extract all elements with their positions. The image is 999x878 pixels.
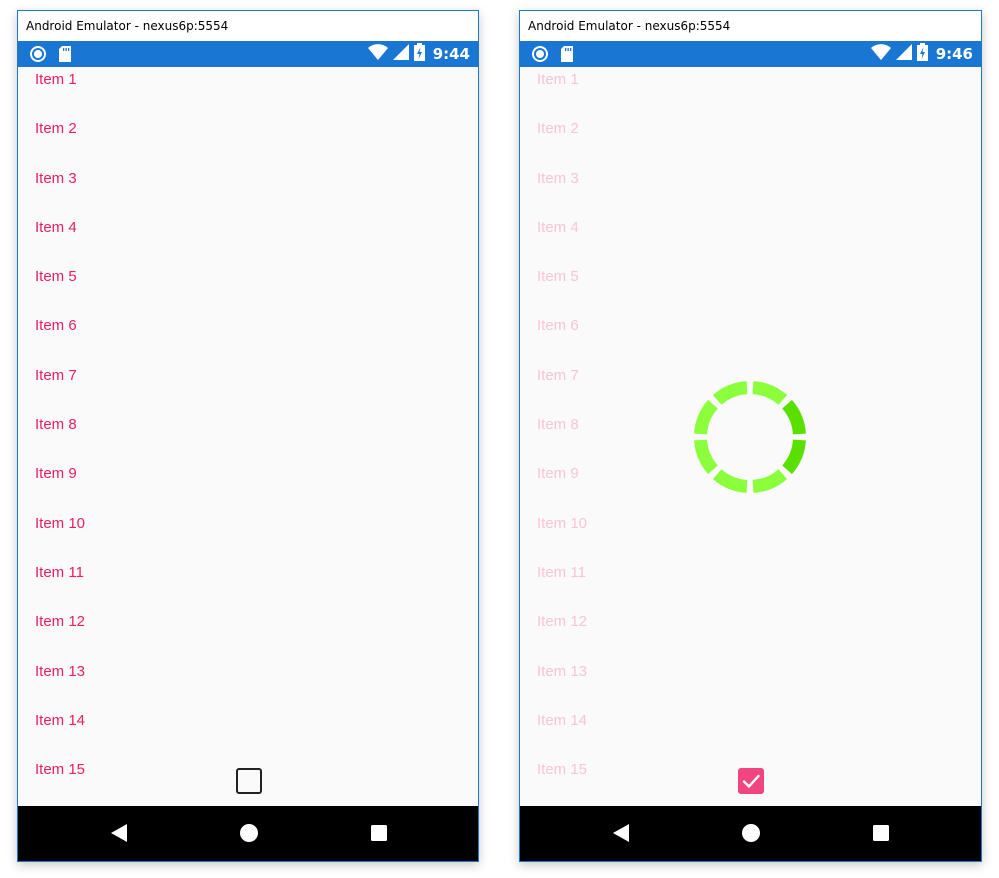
list-item: Item 6 [537, 317, 579, 335]
item-list[interactable]: Item 1 Item 2 Item 3 Item 4 Item 5 Item 6 Item… [35, 71, 85, 810]
list-item: Item 11 [537, 563, 586, 581]
list-item[interactable]: Item 4 [35, 219, 85, 268]
window-title: Android Emulator - nexus6p:5554 [520, 11, 981, 41]
window-title: Android Emulator - nexus6p:5554 [18, 11, 478, 41]
list-item: Item 12 [537, 613, 588, 631]
checkmark-icon [742, 774, 760, 788]
list-item[interactable]: Item 10 [35, 515, 85, 564]
checkbox[interactable] [236, 768, 262, 794]
home-icon[interactable] [239, 823, 259, 847]
list-item[interactable]: Item 15 [35, 761, 85, 810]
navigation-bar [18, 806, 478, 861]
record-icon [531, 45, 549, 67]
signal-icon [392, 44, 409, 64]
record-icon [29, 45, 47, 67]
list-item: Item 15 [537, 761, 588, 779]
sd-card-icon [560, 45, 574, 67]
status-time: 9:44 [432, 45, 470, 63]
list-item: Item 14 [537, 711, 588, 729]
list-item[interactable]: Item 12 [35, 613, 85, 662]
emulator-window-2: Android Emulator - nexus6p:5554 9:46 Ite… [519, 10, 982, 862]
recents-icon[interactable] [370, 824, 388, 846]
battery-charging-icon [413, 43, 425, 65]
checkbox-checked[interactable] [738, 768, 764, 794]
wifi-icon [367, 44, 388, 64]
list-item[interactable]: Item 3 [35, 170, 85, 219]
spinner-segment [712, 469, 748, 493]
list-item[interactable]: Item 11 [35, 564, 85, 613]
list-item[interactable]: Item 8 [35, 416, 85, 465]
list-item[interactable]: Item 2 [35, 120, 85, 169]
list-item: Item 5 [537, 268, 579, 286]
list-view[interactable]: Item 1 Item 2 Item 3 Item 4 Item 5 Item 6 Item… [18, 67, 478, 806]
back-icon[interactable] [110, 823, 128, 847]
list-item[interactable]: Item 13 [35, 663, 85, 712]
list-item[interactable]: Item 1 [35, 71, 85, 120]
spinner-segment [694, 399, 718, 435]
sd-card-icon [58, 45, 72, 67]
spinner-segment [752, 469, 788, 493]
navigation-bar [520, 806, 981, 861]
emulator-window-1: Android Emulator - nexus6p:5554 9:44 Ite… [17, 10, 479, 862]
list-item[interactable]: Item 6 [35, 317, 85, 366]
spinner-segment [694, 439, 718, 475]
spinner-segment [782, 439, 806, 475]
list-item: Item 7 [537, 366, 579, 384]
recents-icon[interactable] [872, 824, 890, 846]
spinner-segment [782, 399, 806, 435]
spinner-segment [752, 381, 788, 405]
list-view[interactable]: Item 1 Item 2 Item 3 Item 4 Item 5 Item 6 Item… [520, 67, 981, 806]
status-bar: 9:44 [18, 41, 478, 67]
back-icon[interactable] [612, 823, 630, 847]
list-item: Item 10 [537, 514, 588, 532]
list-item: Item 1 [537, 71, 579, 88]
home-icon[interactable] [741, 823, 761, 847]
signal-icon [895, 44, 912, 64]
spinner-segment [712, 381, 748, 405]
list-item: Item 8 [537, 416, 579, 434]
list-item[interactable]: Item 7 [35, 367, 85, 416]
list-item: Item 9 [537, 465, 579, 483]
list-item[interactable]: Item 9 [35, 465, 85, 514]
list-item: Item 13 [537, 662, 588, 680]
list-item: Item 2 [537, 120, 579, 138]
status-time: 9:46 [935, 45, 973, 63]
wifi-icon [870, 44, 891, 64]
list-item[interactable]: Item 14 [35, 712, 85, 761]
list-item[interactable]: Item 5 [35, 268, 85, 317]
status-bar: 9:46 [520, 41, 981, 67]
list-item: Item 3 [537, 169, 579, 187]
list-item: Item 4 [537, 218, 579, 236]
loading-spinner-icon [694, 381, 806, 493]
item-list: Item 1 Item 2 Item 3 Item 4 Item 5 Item 6 Item… [537, 71, 587, 810]
battery-charging-icon [916, 43, 928, 65]
